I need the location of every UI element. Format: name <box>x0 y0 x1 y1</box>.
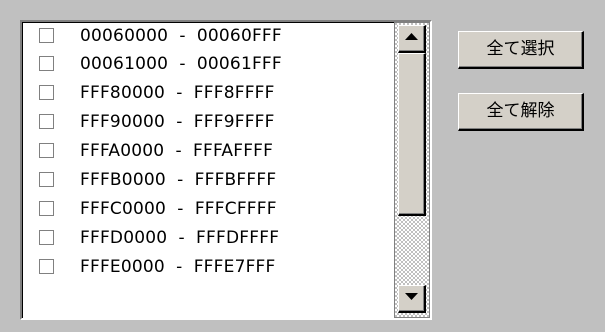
checkbox[interactable] <box>39 56 54 71</box>
list-item-label: FFFB0000 - FFFBFFFF <box>80 170 277 190</box>
list-item-label: FFFC0000 - FFFCFFFF <box>80 199 277 219</box>
deselect-all-button[interactable]: 全て解除 <box>458 93 584 131</box>
list-item[interactable]: FFFB0000 - FFFBFFFF <box>22 166 394 194</box>
list-item[interactable]: FFFD0000 - FFFDFFFF <box>22 224 394 252</box>
list-item[interactable]: FFF80000 - FFF8FFFF <box>22 79 394 107</box>
arrow-down-icon <box>405 293 418 300</box>
list-item-label: FFF80000 - FFF8FFFF <box>80 83 275 103</box>
list-item[interactable]: FFF90000 - FFF9FFFF <box>22 108 394 136</box>
checkbox[interactable] <box>39 28 54 43</box>
checkbox[interactable] <box>39 172 54 187</box>
list-item-label: FFF90000 - FFF9FFFF <box>80 112 275 132</box>
list-item[interactable]: 00060000 - 00060FFF <box>22 22 394 50</box>
list-item[interactable]: FFFA0000 - FFFAFFFF <box>22 137 394 165</box>
select-all-button[interactable]: 全て選択 <box>458 31 584 69</box>
list-item-label: FFFD0000 - FFFDFFFF <box>80 228 280 248</box>
scroll-up-button[interactable] <box>398 25 426 53</box>
list-item-label: FFFE0000 - FFFE7FFF <box>80 257 276 277</box>
checkbox[interactable] <box>39 143 54 158</box>
checkbox[interactable] <box>39 259 54 274</box>
address-range-listbox[interactable]: 00060000 - 00060FFF 00061000 - 00061FFF … <box>20 20 432 320</box>
arrow-up-icon <box>405 33 418 40</box>
checkbox[interactable] <box>39 230 54 245</box>
scroll-thumb[interactable] <box>398 53 426 216</box>
list-item-label: 00060000 - 00060FFF <box>80 26 282 46</box>
list-item[interactable]: 00061000 - 00061FFF <box>22 50 394 78</box>
scroll-down-button[interactable] <box>398 285 426 313</box>
list-item-label: 00061000 - 00061FFF <box>80 54 282 74</box>
checkbox[interactable] <box>39 85 54 100</box>
checkbox[interactable] <box>39 201 54 216</box>
list-item[interactable]: FFFC0000 - FFFCFFFF <box>22 195 394 223</box>
list-item-label: FFFA0000 - FFFAFFFF <box>80 141 274 161</box>
list-item[interactable]: FFFE0000 - FFFE7FFF <box>22 253 394 281</box>
checkbox[interactable] <box>39 114 54 129</box>
vertical-scrollbar[interactable] <box>394 22 430 318</box>
address-range-list: 00060000 - 00060FFF 00061000 - 00061FFF … <box>22 22 394 318</box>
